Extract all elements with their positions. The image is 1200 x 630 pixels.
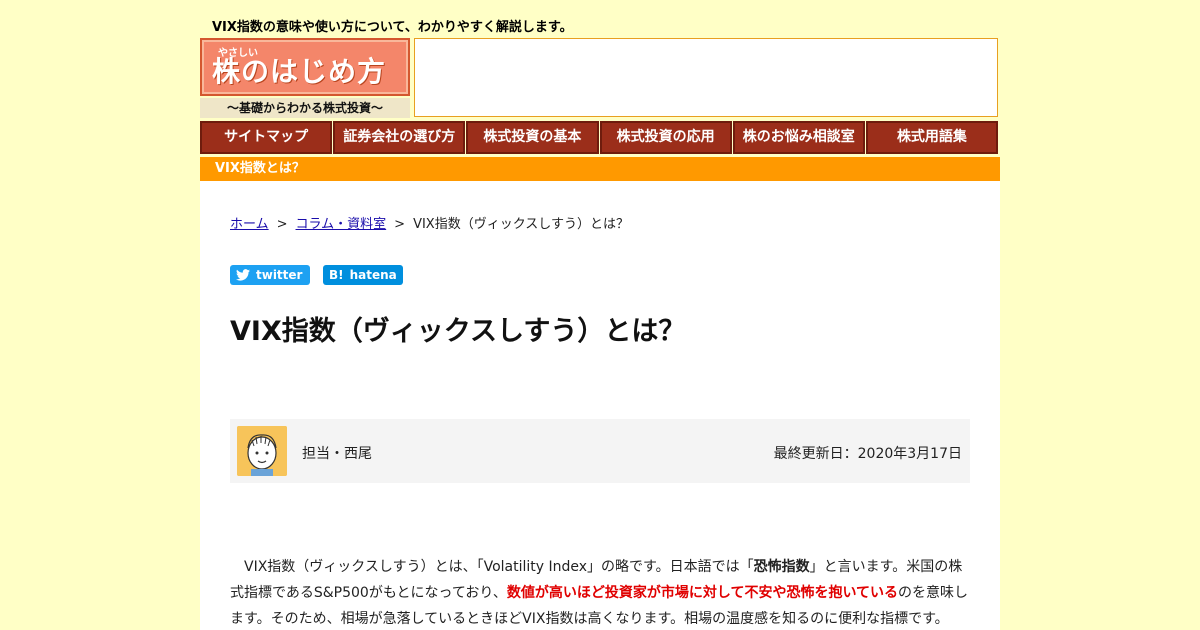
last-updated-date: 最終更新日：2020年3月17日	[773, 446, 962, 462]
breadcrumb: ホーム > コラム・資料室 > VIX指数（ヴィックスしすう）とは？	[230, 213, 629, 232]
hatena-label: hatena	[349, 268, 397, 282]
article-intro-paragraph: VIX指数（ヴィックスしすう）とは、「Volatility Index」の略です…	[230, 554, 970, 630]
breadcrumb-current: VIX指数（ヴィックスしすう）とは？	[413, 217, 630, 232]
page-title: VIX指数（ヴィックスしすう）とは？	[230, 316, 686, 347]
hatena-share-button[interactable]: B! hatena	[323, 265, 403, 285]
section-title-bar: VIX指数とは？	[200, 157, 1000, 181]
twitter-label: twitter	[256, 268, 303, 282]
nav-glossary[interactable]: 株式用語集	[865, 121, 999, 154]
author-avatar	[237, 426, 287, 476]
intro-strong-term: 恐怖指数	[753, 559, 810, 575]
author-name: 担当・西尾	[302, 446, 372, 462]
site-tagline: VIX指数の意味や使い方について、わかりやすく解説します。	[212, 20, 573, 35]
twitter-share-button[interactable]: twitter	[230, 265, 310, 285]
nav-sitemap[interactable]: サイトマップ	[200, 121, 333, 154]
author-box: 担当・西尾 最終更新日：2020年3月17日	[230, 419, 970, 483]
nav-consultation[interactable]: 株のお悩み相談室	[732, 121, 865, 154]
main-content: ホーム > コラム・資料室 > VIX指数（ヴィックスしすう）とは？ twitter B…	[200, 181, 1000, 630]
site-logo[interactable]: やさしい 株のはじめ方	[200, 38, 410, 96]
logo-subtitle: ～基礎からわかる株式投資～	[200, 98, 410, 118]
logo-title: 株のはじめ方	[212, 55, 387, 88]
breadcrumb-column-link[interactable]: コラム・資料室	[296, 217, 387, 232]
breadcrumb-separator: >	[394, 217, 406, 232]
breadcrumb-separator: >	[276, 217, 288, 232]
avatar-face-icon	[237, 426, 287, 476]
breadcrumb-home-link[interactable]: ホーム	[230, 217, 269, 232]
nav-stock-basics[interactable]: 株式投資の基本	[466, 121, 599, 154]
nav-broker-choice[interactable]: 証券会社の選び方	[333, 121, 466, 154]
hatena-bookmark-icon: B!	[329, 268, 344, 282]
nav-stock-advanced[interactable]: 株式投資の応用	[599, 121, 732, 154]
twitter-bird-icon	[236, 269, 250, 281]
header-ad-area	[414, 38, 998, 117]
main-nav: サイトマップ 証券会社の選び方 株式投資の基本 株式投資の応用 株のお悩み相談室…	[200, 121, 999, 154]
intro-text-a: VIX指数（ヴィックスしすう）とは、「Volatility Index」の略です…	[230, 559, 754, 575]
intro-red-emphasis: 数値が高いほど投資家が市場に対して不安や恐怖を抱いている	[506, 585, 899, 601]
